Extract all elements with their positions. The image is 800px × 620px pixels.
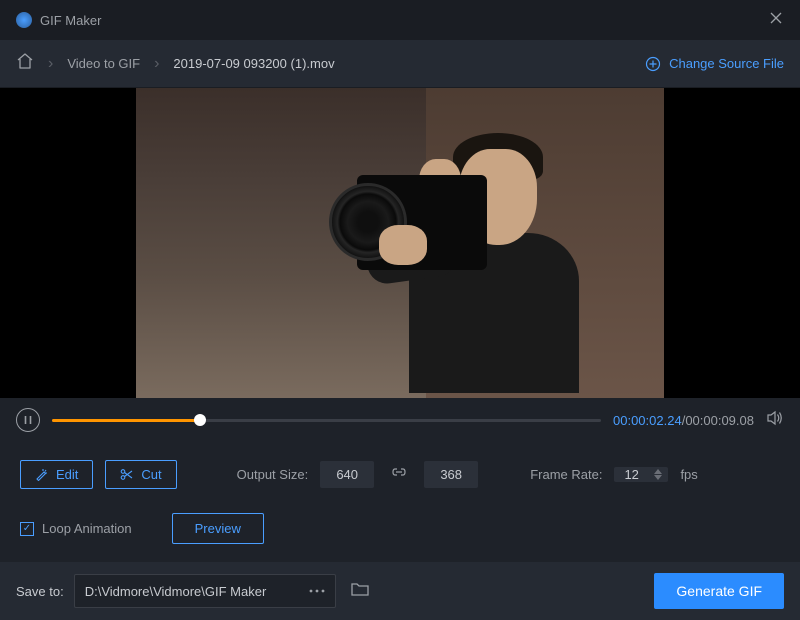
footer-bar: Save to: D:\Vidmore\Vidmore\GIF Maker Ge… [0,562,800,620]
change-source-button[interactable]: Change Source File [645,56,784,72]
preview-button[interactable]: Preview [172,513,264,544]
current-time: 00:00:02.24 [613,413,682,428]
pause-icon [23,415,33,425]
breadcrumb: › Video to GIF › 2019-07-09 093200 (1).m… [16,52,335,75]
edit-label: Edit [56,467,78,482]
checkbox-icon: ✓ [20,522,34,536]
ellipsis-icon [309,589,325,593]
link-dimensions-button[interactable] [392,465,406,484]
edit-button[interactable]: Edit [20,460,93,489]
close-button[interactable] [768,10,784,31]
save-path-input[interactable]: D:\Vidmore\Vidmore\GIF Maker [74,574,336,608]
frame-rate-label: Frame Rate: [530,467,602,482]
width-input[interactable] [320,461,374,488]
scissors-icon [120,468,133,481]
plus-circle-icon [645,56,661,72]
controls-row-1: Edit Cut Output Size: Frame Rate: 12 fps [20,460,780,489]
progress-thumb[interactable] [194,414,206,426]
loop-animation-checkbox[interactable]: ✓ Loop Animation [20,521,132,536]
home-button[interactable] [16,52,34,75]
titlebar-left: GIF Maker [16,12,101,28]
change-source-label: Change Source File [669,56,784,71]
total-time: 00:00:09.08 [685,413,754,428]
generate-label: Generate GIF [676,583,762,599]
volume-button[interactable] [766,409,784,432]
fps-up-button[interactable] [654,469,662,474]
breadcrumb-separator: › [48,55,53,73]
browse-button[interactable] [299,575,335,607]
progress-fill [52,419,200,422]
open-folder-button[interactable] [346,580,374,603]
cut-label: Cut [141,467,161,482]
volume-icon [766,409,784,427]
playback-bar: 00:00:02.24/00:00:09.08 [0,398,800,442]
breadcrumb-bar: › Video to GIF › 2019-07-09 093200 (1).m… [0,40,800,88]
save-path-text: D:\Vidmore\Vidmore\GIF Maker [75,576,299,607]
generate-gif-button[interactable]: Generate GIF [654,573,784,609]
preview-label: Preview [195,521,241,536]
fps-down-button[interactable] [654,475,662,480]
fps-stepper[interactable]: 12 [614,467,668,482]
video-preview-area [0,88,800,398]
breadcrumb-separator: › [154,55,159,73]
progress-slider[interactable] [52,419,601,422]
folder-icon [350,580,370,598]
titlebar: GIF Maker [0,0,800,40]
cut-button[interactable]: Cut [105,460,176,489]
output-size-label: Output Size: [237,467,309,482]
height-input[interactable] [424,461,478,488]
play-pause-button[interactable] [16,408,40,432]
loop-label: Loop Animation [42,521,132,536]
breadcrumb-crumb[interactable]: Video to GIF [67,56,140,71]
window-title: GIF Maker [40,13,101,28]
app-icon [16,12,32,28]
controls-row-2: ✓ Loop Animation Preview [20,513,780,544]
time-display: 00:00:02.24/00:00:09.08 [613,413,754,428]
wand-icon [35,468,48,481]
breadcrumb-filename: 2019-07-09 093200 (1).mov [173,56,334,71]
save-to-label: Save to: [16,584,64,599]
fps-value: 12 [624,467,654,482]
close-icon [768,10,784,26]
video-frame [136,88,664,398]
link-icon [392,465,406,479]
home-icon [16,52,34,70]
fps-unit: fps [680,467,697,482]
controls-panel: Edit Cut Output Size: Frame Rate: 12 fps… [0,442,800,562]
